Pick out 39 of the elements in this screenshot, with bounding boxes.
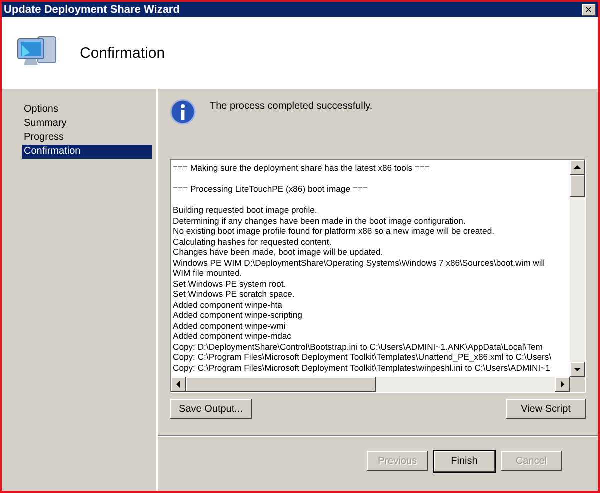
log-line: Windows PE WIM D:\DeploymentShare\Operating Systems\Windows 7 x86\Sources\boot.wim will bbox=[173, 258, 546, 268]
step-item[interactable]: Options bbox=[22, 103, 152, 117]
view-script-button[interactable]: View Script bbox=[506, 399, 586, 419]
step-item[interactable]: Progress bbox=[22, 131, 152, 145]
scroll-thumb[interactable] bbox=[186, 377, 376, 392]
log-line: Building requested boot image profile. bbox=[173, 205, 318, 216]
log-line: No existing boot image profile found for platform x86 so a new image will be created. bbox=[173, 226, 496, 236]
log-line: Set Windows PE system root. bbox=[173, 278, 288, 289]
log-line: Copy: D:\DeploymentShare\Control\Bootstrap.ini to C:\Users\ADMINI~1.ANK\AppData\Local\Tem bbox=[173, 342, 544, 352]
log-line: WIM file mounted. bbox=[173, 268, 244, 278]
log-line: Determining if any changes have been made in the boot image configuration. bbox=[173, 216, 467, 226]
save-output-button[interactable]: Save Output... bbox=[170, 399, 252, 419]
log-line: Copy: C:\Program Files\Microsoft Deployment Toolkit\Templates\winpeshl.ini to C:\Users\ADMINI~1 bbox=[173, 362, 552, 373]
log-line: Added component winpe-mdac bbox=[173, 331, 292, 342]
log-line: Added component winpe-hta bbox=[173, 300, 284, 310]
info-icon bbox=[170, 99, 196, 125]
log-line: === Making sure the deployment share has the latest x86 tools === bbox=[173, 163, 432, 174]
step-item[interactable]: Summary bbox=[22, 117, 152, 131]
log-line: === Processing LiteTouchPE (x86) boot image === bbox=[173, 184, 369, 194]
up-arrow-icon bbox=[574, 164, 581, 171]
close-button[interactable]: ✕ bbox=[582, 4, 596, 16]
step-item[interactable]: Confirmation bbox=[22, 145, 152, 159]
log-line: Set Windows PE scratch space. bbox=[173, 289, 296, 300]
scroll-thumb[interactable] bbox=[570, 175, 585, 197]
log-line: Calculating hashes for requested content. bbox=[173, 236, 333, 247]
page-title: Confirmation bbox=[80, 44, 166, 62]
log-line: Copy: C:\Program Files\Microsoft Deployment Toolkit\Templates\Unattend_PE_x86.xml to C:\Users\ bbox=[173, 352, 553, 362]
log-line: Added component winpe-scripting bbox=[173, 310, 304, 320]
window-title: Update Deployment Share Wizard bbox=[4, 4, 180, 16]
status-message: The process completed successfully. bbox=[210, 101, 373, 112]
down-arrow-icon bbox=[574, 366, 581, 373]
right-arrow-icon bbox=[559, 381, 566, 388]
horizontal-scrollbar[interactable] bbox=[171, 377, 570, 392]
log-line: Added component winpe-wmi bbox=[173, 320, 287, 331]
left-arrow-icon bbox=[175, 381, 182, 388]
scrollbar-corner bbox=[570, 377, 585, 392]
nav-button[interactable]: Finish bbox=[434, 451, 495, 472]
vertical-scrollbar[interactable] bbox=[570, 160, 585, 377]
log-line: Changes have been made, boot image will be updated. bbox=[173, 247, 384, 258]
